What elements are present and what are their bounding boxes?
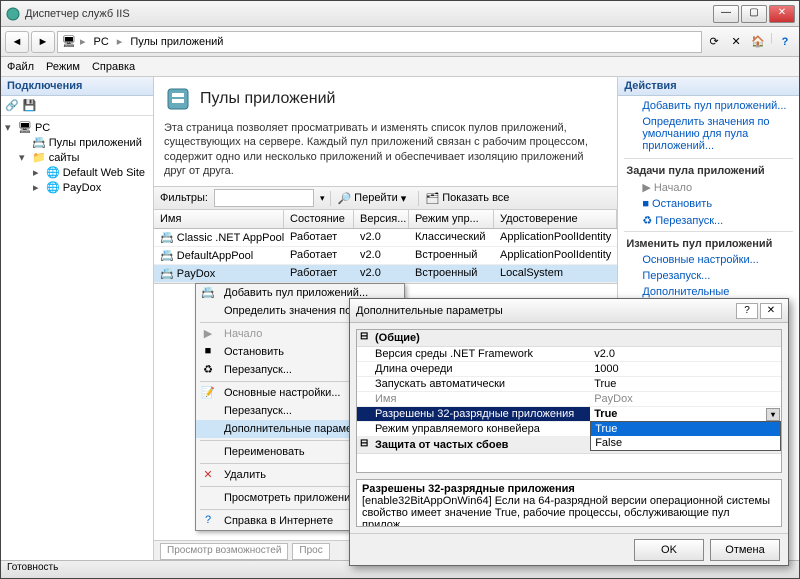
prop-row[interactable]: ИмяPayDox [357, 392, 781, 407]
actions-header: Действия [618, 77, 799, 96]
computer-icon: 🖥 [62, 35, 76, 48]
crumb-section[interactable]: Пулы приложений [126, 36, 227, 48]
dropdown-option-true[interactable]: True [591, 422, 780, 436]
tree-sites[interactable]: ▾📁 сайты [19, 150, 149, 165]
property-help: Разрешены 32-разрядные приложения [enabl… [356, 479, 782, 527]
forward-button[interactable]: ► [31, 31, 55, 53]
dropdown-list: True False [590, 421, 781, 451]
action-recycle[interactable]: ♻ Перезапуск... [618, 212, 799, 229]
advanced-settings-dialog: Дополнительные параметры ? ✕ (Общие) Вер… [349, 298, 789, 566]
dropdown-option-false[interactable]: False [591, 436, 780, 450]
breadcrumb[interactable]: 🖥 ▸ PC ▸ Пулы приложений [57, 31, 702, 53]
tab-features[interactable]: Просмотр возможностей [160, 543, 288, 560]
action-add[interactable]: Добавить пул приложений... [618, 98, 799, 114]
tab-content[interactable]: Прос [292, 543, 329, 560]
tree-root[interactable]: ▾🖥 PC [5, 120, 149, 135]
menu-mode[interactable]: Режим [46, 61, 80, 73]
prop-row[interactable]: Запускать автоматическиTrue [357, 377, 781, 392]
dialog-close-button[interactable]: ✕ [760, 303, 782, 319]
crumb-pc[interactable]: PC [90, 36, 113, 48]
connect-icon[interactable]: 🔗 [5, 99, 19, 112]
filter-input[interactable] [214, 189, 314, 207]
help-icon: ? [200, 514, 216, 530]
tree-site-paydox[interactable]: ▸🌐 PayDox [33, 180, 149, 195]
maximize-button[interactable]: ▢ [741, 5, 767, 23]
ok-button[interactable]: OK [634, 539, 704, 561]
action-recycle2[interactable]: Перезапуск... [618, 268, 799, 284]
dialog-help-button[interactable]: ? [736, 303, 758, 319]
action-stop[interactable]: ■ Остановить [618, 196, 799, 212]
actions-edit-title: Изменить пул приложений [618, 234, 799, 252]
col-name[interactable]: Имя [154, 210, 284, 228]
page-description: Эта страница позволяет просматривать и и… [154, 117, 617, 186]
home-icon[interactable]: 🏠 [748, 32, 768, 52]
navbar: ◄ ► 🖥 ▸ PC ▸ Пулы приложений ⟳ ✕ 🏠 | ? [1, 27, 799, 57]
apppools-icon [164, 85, 192, 113]
connections-panel: Подключения 🔗 💾 ▾🖥 PC 📇 Пулы приложений … [1, 77, 154, 562]
col-state[interactable]: Состояние [284, 210, 354, 228]
close-button[interactable]: ✕ [769, 5, 795, 23]
grid-row[interactable]: 📇 DefaultAppPoolРаботаетv2.0ВстроенныйAp… [154, 247, 617, 265]
col-mode[interactable]: Режим упр... [409, 210, 494, 228]
menu-help[interactable]: Справка [92, 61, 135, 73]
dropdown-button[interactable]: ▾ [766, 408, 780, 421]
titlebar: Диспетчер служб IIS — ▢ ✕ [1, 1, 799, 27]
prop-row[interactable]: Версия среды .NET Frameworkv2.0 [357, 347, 781, 362]
delete-icon: ✕ [200, 468, 216, 484]
stop-icon: ■ [200, 345, 216, 361]
add-icon: 📇 [200, 286, 216, 302]
back-button[interactable]: ◄ [5, 31, 29, 53]
filter-toolbar: Фильтры: ▾ 🔎 Перейти ▾ 🗂 Показать все [154, 186, 617, 210]
cancel-button[interactable]: Отмена [710, 539, 780, 561]
tree-site-default[interactable]: ▸🌐 Default Web Site [33, 165, 149, 180]
settings-icon: 📝 [200, 386, 216, 402]
filter-label: Фильтры: [160, 192, 208, 204]
play-icon: ▶ [200, 327, 216, 343]
prop-row-selected[interactable]: Разрешены 32-разрядные приложения True▾ … [357, 407, 781, 422]
actions-tasks-title: Задачи пула приложений [618, 161, 799, 179]
go-button[interactable]: 🔎 Перейти ▾ [330, 191, 412, 206]
dialog-titlebar: Дополнительные параметры ? ✕ [350, 299, 788, 323]
minimize-button[interactable]: — [713, 5, 739, 23]
window-title: Диспетчер служб IIS [25, 8, 713, 20]
tree-apppools[interactable]: 📇 Пулы приложений [19, 135, 149, 150]
help-icon[interactable]: ? [775, 32, 795, 52]
connections-tree: ▾🖥 PC 📇 Пулы приложений ▾📁 сайты ▸🌐 Defa… [1, 116, 153, 199]
prop-row[interactable]: Длина очереди1000 [357, 362, 781, 377]
refresh-icon[interactable]: ⟳ [704, 32, 724, 52]
col-version[interactable]: Версия... [354, 210, 409, 228]
apppool-grid: Имя Состояние Версия... Режим упр... Удо… [154, 210, 617, 284]
recycle-icon: ♻ [200, 363, 216, 379]
menubar: Файл Режим Справка [1, 57, 799, 77]
action-defaults[interactable]: Определить значения по умолчанию для пул… [618, 114, 799, 154]
showall-button[interactable]: 🗂 Показать все [418, 191, 515, 206]
action-basic[interactable]: Основные настройки... [618, 252, 799, 268]
stop-icon[interactable]: ✕ [726, 32, 746, 52]
action-start: ▶ Начало [618, 179, 799, 196]
prop-category-general[interactable]: (Общие) [357, 330, 781, 347]
connections-header: Подключения [1, 77, 153, 96]
save-icon[interactable]: 💾 [23, 99, 37, 112]
col-identity[interactable]: Удостоверение [494, 210, 617, 228]
grid-row[interactable]: 📇 Classic .NET AppPoolРаботаетv2.0Класси… [154, 229, 617, 247]
app-icon [5, 6, 21, 22]
page-title: Пулы приложений [200, 90, 335, 108]
menu-file[interactable]: Файл [7, 61, 34, 73]
dialog-title: Дополнительные параметры [356, 305, 734, 317]
property-grid: (Общие) Версия среды .NET Frameworkv2.0 … [356, 329, 782, 473]
grid-row-selected[interactable]: 📇 PayDoxРаботаетv2.0ВстроенныйLocalSyste… [154, 265, 617, 283]
